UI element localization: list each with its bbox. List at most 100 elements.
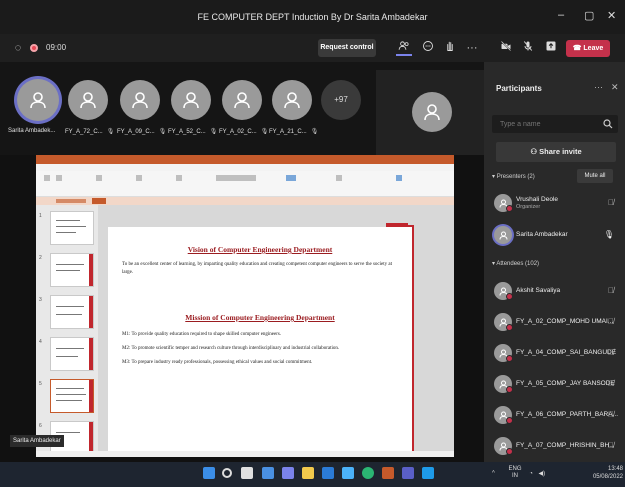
teams-window: FE COMPUTER DEPT Induction By Dr Sarita … — [0, 0, 625, 487]
more-participants-tile[interactable]: +97 — [321, 80, 361, 120]
person-icon — [132, 92, 148, 109]
panel-close-icon[interactable]: ✕ — [611, 82, 619, 93]
participant-row[interactable]: Akshit Savaliya 🎙̸ — [494, 278, 622, 304]
panel-more-icon[interactable]: ··· — [594, 82, 603, 92]
person-icon — [183, 92, 199, 109]
thumb-number: 2 — [39, 255, 42, 261]
participant-name: FY_A_06_COMP_PARTH_BARA... — [516, 411, 618, 418]
participant-avatar[interactable] — [68, 80, 108, 120]
raise-hand-icon[interactable] — [442, 40, 458, 56]
participant-avatar[interactable] — [120, 80, 160, 120]
participant-avatar — [494, 226, 512, 244]
start-icon[interactable] — [203, 467, 215, 479]
participant-row[interactable]: FY_A_02_COMP_MOHD UMAI... 🎙̸ — [494, 309, 622, 335]
mission-heading: Mission of Computer Engineering Departme… — [185, 313, 335, 322]
close-button[interactable]: ✕ — [607, 9, 616, 22]
person-icon — [234, 92, 250, 109]
mic-off-icon[interactable] — [520, 40, 536, 56]
participant-name: FY_A_52_C... 🎙 — [168, 128, 217, 135]
self-video-tile[interactable] — [376, 70, 484, 155]
teams-icon[interactable] — [282, 467, 294, 479]
participant-row[interactable]: FY_A_06_COMP_PARTH_BARA... 🎙̸ — [494, 402, 622, 428]
record-dot-icon — [30, 43, 38, 52]
mic-icon: 🎙 — [158, 129, 167, 135]
chat-icon[interactable] — [420, 40, 436, 56]
mic-off-icon: 🎙̸ — [608, 410, 614, 419]
raise-hand-icon-glyph — [447, 41, 453, 51]
status-dot-icon — [506, 324, 513, 331]
task-view-icon[interactable] — [241, 467, 253, 479]
vision-heading: Vision of Computer Engineering Departmen… — [187, 245, 333, 254]
edge-icon[interactable] — [342, 467, 354, 479]
chrome-icon[interactable] — [362, 467, 374, 479]
share-invite-label: Share invite — [539, 147, 582, 156]
camera-off-icon[interactable] — [498, 40, 514, 56]
participant-avatar[interactable] — [222, 80, 262, 120]
widgets-icon[interactable] — [262, 467, 274, 479]
mic-icon: 🎙 — [260, 129, 269, 135]
system-clock[interactable]: 13:48 05/08/2022 — [591, 465, 623, 481]
mission-m2: M2: To promote scientific temper and res… — [122, 346, 340, 351]
mic-off-icon: 🎙̸ — [608, 198, 614, 207]
more-actions-button[interactable]: ··· — [464, 40, 480, 56]
thumb-number: 4 — [39, 339, 42, 345]
system-tray[interactable]: ^ ENG IN ◔ ◀) — [492, 466, 545, 480]
meeting-stage: Sarita Ambadek... FY_A_72_C... 🎙 FY_A_09_… — [0, 62, 484, 462]
maximize-button[interactable]: ▢ — [584, 9, 594, 22]
person-icon — [424, 104, 440, 121]
lang-bottom: IN — [512, 473, 518, 479]
slide-thumbnail[interactable] — [50, 253, 94, 287]
participant-name: Akshit Savaliya — [516, 287, 561, 294]
slide-thumbnail[interactable] — [50, 211, 94, 245]
search-icon[interactable] — [222, 468, 232, 478]
participant-avatar[interactable] — [272, 80, 312, 120]
ppt-notification-bar — [36, 197, 454, 205]
attendees-section-header[interactable]: ▾ Attendees (102) — [492, 260, 539, 267]
mission-m1: M1: To provide quality education require… — [122, 332, 282, 337]
thumb-number: 3 — [39, 297, 42, 303]
presenter-name-tag: Sarita Ambadekar — [10, 435, 64, 447]
participant-avatar[interactable] — [17, 79, 59, 121]
file-explorer-icon[interactable] — [302, 467, 314, 479]
search-box[interactable] — [492, 115, 618, 133]
participant-name: Sarita Ambadekar — [516, 231, 568, 238]
participant-row[interactable]: FY_A_05_COMP_JAY BANSODE 🎙̸ — [494, 371, 622, 397]
app-icon[interactable] — [402, 467, 414, 479]
app-icon[interactable] — [422, 467, 434, 479]
camera-off-icon-glyph — [500, 40, 512, 52]
slide-thumbnail[interactable] — [50, 295, 94, 329]
participant-name-text: FY_A_02_C... — [219, 129, 257, 135]
participant-row[interactable]: FY_A_04_COMP_SAI_BANGUDE 🎙̸ — [494, 340, 622, 366]
panel-title: Participants — [496, 84, 542, 93]
vision-text: To be an excellent center of learning, b… — [122, 262, 392, 275]
shield-icon[interactable]: ◌ — [10, 40, 26, 56]
people-icon[interactable] — [396, 40, 412, 56]
status-dot-icon — [506, 386, 513, 393]
minimize-button[interactable]: – — [558, 9, 564, 21]
mic-off-icon: 🎙̸ — [608, 317, 614, 326]
participant-row[interactable]: Vrushali Deole Organizer 🎙̸ — [494, 190, 622, 216]
participant-row[interactable]: FY_A_07_COMP_HRISHIN_BH... 🎙̸ — [494, 433, 622, 459]
participant-name: FY_A_04_COMP_SAI_BANGUDE — [516, 349, 617, 356]
slide-thumbnail[interactable] — [50, 337, 94, 371]
participant-name: FY_A_21_C... 🎙 — [269, 128, 318, 135]
mute-all-button[interactable]: Mute all — [577, 169, 613, 183]
mic-icon: 🎙 — [106, 129, 115, 135]
participant-row[interactable]: Sarita Ambadekar 🎙 — [494, 222, 622, 248]
leave-button[interactable]: ☎ Leave — [566, 40, 610, 57]
slide-thumbnail-selected[interactable] — [50, 379, 94, 413]
mission-m3: M3: To prepare industry ready profession… — [122, 360, 313, 365]
store-icon[interactable] — [322, 467, 334, 479]
status-dot-icon — [506, 205, 513, 212]
request-control-button[interactable]: Request control — [318, 39, 376, 57]
slide-thumbnails: 1 2 3 4 5 6 — [36, 205, 98, 457]
share-invite-button[interactable]: ⚇ Share invite — [496, 142, 616, 162]
participants-panel: Participants ··· ✕ ⚇ Share invite ▾ Pres… — [484, 62, 625, 462]
share-screen-icon[interactable] — [543, 40, 559, 56]
volume-icon: ◀) — [538, 470, 546, 477]
search-input[interactable] — [500, 115, 600, 133]
powerpoint-icon[interactable] — [382, 467, 394, 479]
meeting-toolbar: ◌ 09:00 Request control ··· ☎ Leave — [0, 34, 625, 62]
presenters-section-header[interactable]: ▾ Presenters (2) — [492, 173, 535, 180]
participant-avatar[interactable] — [171, 80, 211, 120]
